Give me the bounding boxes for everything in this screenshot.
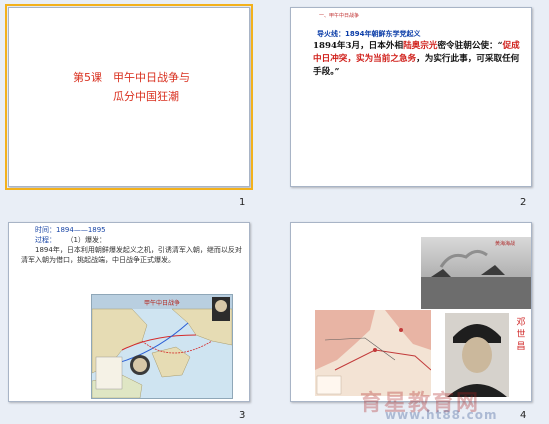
paragraph: 1894年，日本利用朝鲜爆发起义之机，引诱清军入朝，继而以反对清军入朝为借口，挑… — [21, 246, 242, 264]
map-title: 甲午中日战争 — [144, 299, 180, 307]
watermark-url: www.ht88.com — [385, 408, 498, 422]
time-line: 时间：1894——1895 — [35, 226, 106, 234]
slide-3-text: 时间：1894——1895 过程： （1）爆发： 1894年，日本利用朝鲜爆发起义… — [21, 225, 243, 265]
slide-1-title: 第5课 甲午中日战争与 瓜分中国狂潮 — [73, 68, 233, 106]
slide-number-1: 1 — [239, 197, 246, 208]
process-line: 过程： （1）爆发： — [21, 235, 243, 245]
slide-number-4: 4 — [520, 410, 527, 421]
photo-caption: 黄海海战 — [495, 240, 515, 247]
slide-2-fuse-heading: 导火线：1894年朝鲜东学党起义 — [317, 30, 421, 38]
process-item: （1）爆发： — [70, 236, 106, 244]
slide-thumbnail-4[interactable]: 黄海海战 邓世昌 — [290, 222, 532, 402]
body-text: 1894年3月，日本外相 — [313, 41, 404, 51]
slide-1-title-line2: 瓜分中国狂潮 — [113, 90, 179, 103]
slide-2-section-label: 一、甲午中日战争 — [319, 13, 360, 19]
slide-thumbnail-2[interactable]: 一、甲午中日战争 导火线：1894年朝鲜东学党起义 1894年3月，日本外相陆奥… — [290, 7, 532, 187]
portrait-name: 邓世昌 — [516, 318, 526, 352]
process-label: 过程： — [35, 236, 56, 244]
slide-number-3: 3 — [239, 410, 246, 421]
battle-map — [315, 310, 431, 396]
war-map-graphic: 甲午中日战争 — [91, 295, 233, 399]
body-text: 密令驻朝公使：“ — [437, 41, 503, 51]
slide-number-2: 2 — [520, 197, 527, 208]
naval-battle-photo: 黄海海战 — [421, 237, 531, 309]
slide-1-title-line1: 第5课 甲午中日战争与 — [73, 71, 190, 84]
slide-thumbnail-1[interactable]: 第5课 甲午中日战争与 瓜分中国狂潮 — [5, 4, 253, 190]
war-map-image: 甲午中日战争 — [91, 294, 233, 399]
slide-2-body: 1894年3月，日本外相陆奥宗光密令驻朝公使：“促成中日冲突，实为当前之急务，为… — [313, 40, 525, 79]
highlight-name: 陆奥宗光 — [403, 41, 438, 51]
slide-thumbnail-3[interactable]: 时间：1894——1895 过程： （1）爆发： 1894年，日本利用朝鲜爆发起义… — [8, 222, 250, 402]
